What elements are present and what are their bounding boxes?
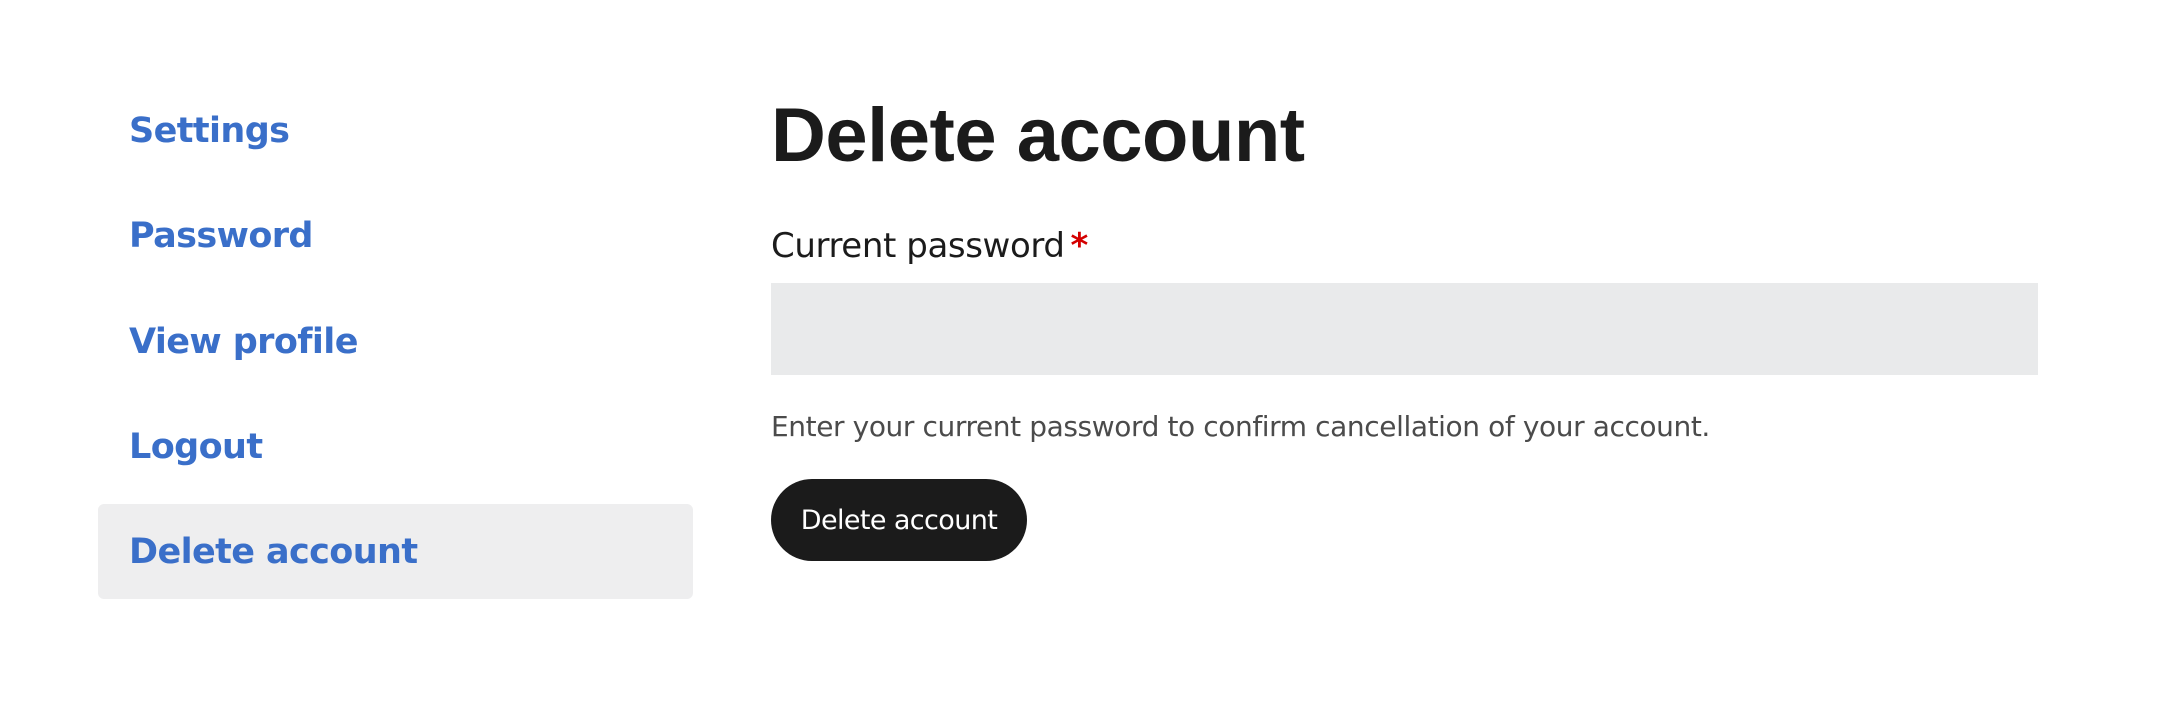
current-password-input[interactable]: [771, 283, 2038, 375]
current-password-label: Current password *: [771, 226, 1088, 266]
sidebar-item-label: Logout: [129, 426, 263, 467]
sidebar-item-label: View profile: [129, 321, 358, 362]
current-password-label-text: Current password: [771, 226, 1065, 266]
page-title: Delete account: [771, 93, 1305, 178]
delete-account-button[interactable]: Delete account: [771, 479, 1027, 561]
sidebar-item-label: Delete account: [129, 531, 418, 572]
sidebar-item-password[interactable]: Password: [98, 188, 693, 283]
sidebar-item-settings[interactable]: Settings: [98, 83, 693, 178]
sidebar-item-delete-account[interactable]: Delete account: [98, 504, 693, 599]
sidebar-item-view-profile[interactable]: View profile: [98, 294, 693, 389]
sidebar-item-label: Settings: [129, 110, 290, 151]
sidebar-item-logout[interactable]: Logout: [98, 399, 693, 494]
password-help-text: Enter your current password to confirm c…: [771, 410, 1710, 443]
sidebar-item-label: Password: [129, 215, 313, 256]
required-marker: *: [1070, 226, 1089, 266]
